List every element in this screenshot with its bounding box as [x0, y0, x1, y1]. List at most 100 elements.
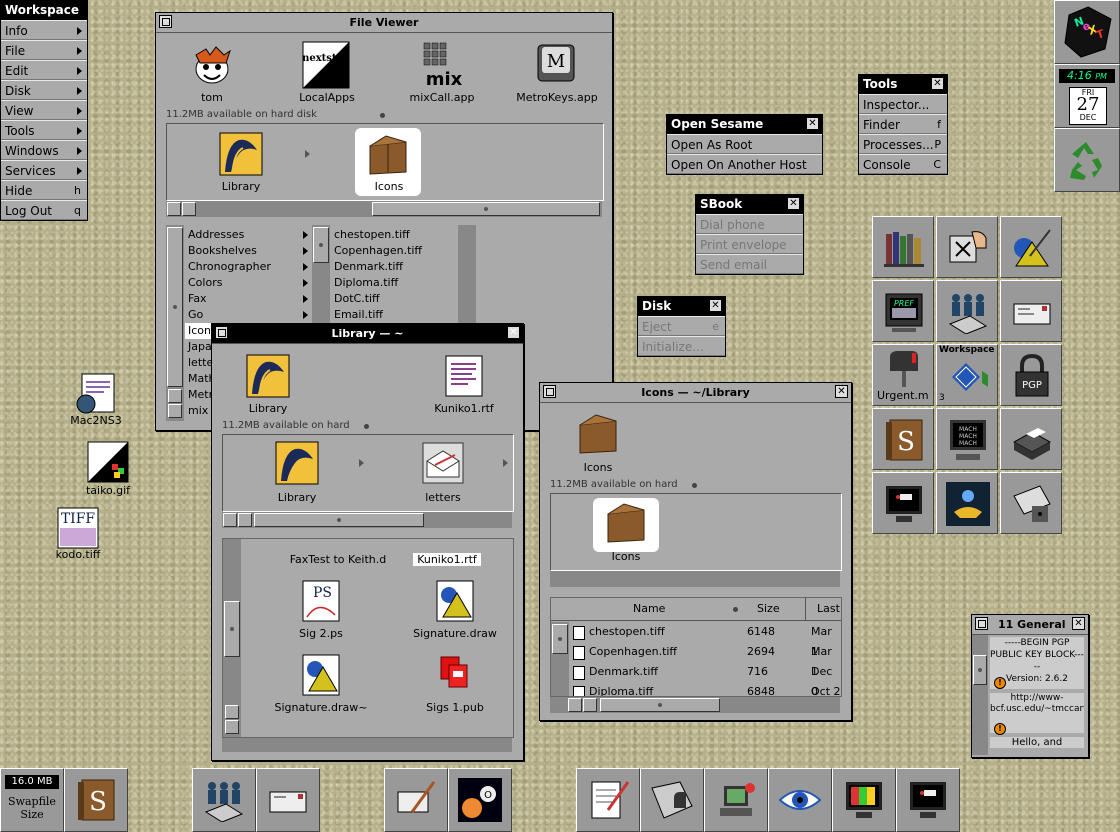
- file-label-sig2[interactable]: Sig 2.ps: [281, 627, 361, 640]
- menu-item-initialize[interactable]: Initialize...: [638, 336, 725, 356]
- miniaturize-button[interactable]: [975, 617, 988, 630]
- scroll-up-button[interactable]: [225, 705, 239, 719]
- scroll-knob[interactable]: [254, 513, 424, 527]
- library-titlebar[interactable]: Library — ~ ✕: [212, 324, 523, 344]
- menu-item-send-email[interactable]: Send email: [696, 254, 803, 274]
- bottom-users-tile[interactable]: [192, 768, 256, 832]
- menu-item-finder[interactable]: Finder f: [859, 114, 947, 134]
- close-button[interactable]: ✕: [806, 117, 819, 130]
- scroll-right-button[interactable]: [583, 698, 597, 712]
- library-folder-icon[interactable]: [219, 132, 263, 176]
- menu-item-dial-phone[interactable]: Dial phone: [696, 214, 803, 234]
- browser-row[interactable]: Bookshelves: [185, 243, 311, 259]
- scroll-knob[interactable]: [600, 698, 720, 712]
- dock-mail-tile[interactable]: [1000, 280, 1062, 342]
- bottom-network-tile[interactable]: [704, 768, 768, 832]
- menu-item-inspector[interactable]: Inspector...: [859, 94, 947, 114]
- menu-item-info[interactable]: Info: [1, 20, 87, 40]
- bottom-s-tile[interactable]: S: [64, 768, 128, 832]
- path-scrollbar[interactable]: [222, 512, 512, 528]
- browser-row[interactable]: Fax: [185, 291, 311, 307]
- draw-backup-file-icon[interactable]: [299, 653, 343, 697]
- scroll-right-button[interactable]: [238, 513, 252, 527]
- close-button[interactable]: ✕: [507, 326, 520, 339]
- table-row[interactable]: Denmark.tiff 716 Dec 0: [571, 662, 841, 696]
- dock-s-tile[interactable]: S: [872, 408, 934, 470]
- close-button[interactable]: ✕: [931, 77, 944, 90]
- dock-encrypt-tile[interactable]: [1000, 472, 1062, 534]
- scroll-knob[interactable]: [372, 202, 600, 216]
- dock-genie-tile[interactable]: [936, 472, 998, 534]
- general-titlebar[interactable]: 11 General ✕: [972, 615, 1088, 635]
- file-area-scrollbar[interactable]: [223, 539, 241, 737]
- rtf-document-icon[interactable]: [442, 354, 486, 398]
- bottom-eye-tile[interactable]: [768, 768, 832, 832]
- menu-item-print-envelope[interactable]: Print envelope: [696, 234, 803, 254]
- menu-item-hide[interactable]: Hide h: [1, 180, 87, 200]
- dock-monitor-tile[interactable]: [872, 472, 934, 534]
- mac-document-icon[interactable]: [74, 372, 118, 416]
- postscript-file-icon[interactable]: PS: [299, 579, 343, 623]
- disk-title[interactable]: Disk ✕: [638, 297, 725, 316]
- dock-pgp-tile[interactable]: PGP: [1000, 344, 1062, 406]
- dock-mach-tile[interactable]: MACH MACH MACH: [936, 408, 998, 470]
- miniaturize-button[interactable]: [215, 326, 228, 339]
- browser-row[interactable]: Email.tiff: [331, 307, 457, 323]
- icons-titlebar[interactable]: Icons — ~/Library ✕: [540, 383, 851, 403]
- file-label-kuniko[interactable]: Kuniko1.rtf: [413, 553, 481, 566]
- table-row[interactable]: chestopen.tiff 6148 Mar 1: [571, 622, 841, 658]
- dock-preferences-tile[interactable]: PREF: [872, 280, 934, 342]
- menu-item-file[interactable]: File: [1, 40, 87, 60]
- bottom-map-tile[interactable]: [640, 768, 704, 832]
- library-folder-icon[interactable]: [246, 354, 290, 398]
- scroll-knob[interactable]: [224, 601, 240, 657]
- path-scrollbar[interactable]: [550, 571, 840, 587]
- browser-row[interactable]: Copenhagen.tiff: [331, 243, 457, 259]
- scroll-left-button[interactable]: [223, 513, 237, 527]
- file-label-sigs1[interactable]: Sigs 1.pub: [415, 701, 495, 714]
- menu-item-services[interactable]: Services: [1, 160, 87, 180]
- menu-item-windows[interactable]: Windows: [1, 140, 87, 160]
- icons-folder-icon[interactable]: [604, 500, 648, 544]
- scroll-knob[interactable]: [973, 655, 987, 685]
- scroll-knob[interactable]: [313, 227, 329, 263]
- close-button[interactable]: ✕: [1072, 617, 1085, 630]
- column-header-last[interactable]: Last: [817, 602, 840, 615]
- dock-tile-2[interactable]: [936, 216, 998, 278]
- general-scrollbar[interactable]: [972, 635, 988, 755]
- scroll-knob[interactable]: [167, 227, 183, 387]
- bottom-monitor-tile[interactable]: [896, 768, 960, 832]
- menu-item-open-as-root[interactable]: Open As Root: [667, 134, 822, 154]
- list-hscrollbar[interactable]: [550, 697, 840, 713]
- mix-app-icon[interactable]: mix: [418, 41, 466, 89]
- menu-item-console[interactable]: Console C: [859, 154, 947, 174]
- scroll-left-button[interactable]: [568, 698, 582, 712]
- metrokeys-icon[interactable]: M: [532, 41, 580, 89]
- swapfile-tile[interactable]: 16.0 MB Swapfile Size: [0, 768, 64, 832]
- menu-item-view[interactable]: View: [1, 100, 87, 120]
- menu-item-edit[interactable]: Edit: [1, 60, 87, 80]
- file-label-faxtest[interactable]: FaxTest to Keith.d: [283, 553, 393, 566]
- dock-next-tile[interactable]: N e X T: [1054, 0, 1120, 64]
- dock-workspace-tile[interactable]: Workspace 3: [936, 344, 998, 406]
- scroll-knob[interactable]: [552, 624, 568, 654]
- menu-item-eject[interactable]: Eject e: [638, 316, 725, 336]
- bottom-edit-tile[interactable]: [576, 768, 640, 832]
- tom-icon[interactable]: [188, 41, 236, 89]
- file-label-signature-draw[interactable]: Signature.draw: [409, 627, 501, 640]
- close-button[interactable]: ✕: [835, 385, 848, 398]
- letters-folder-icon[interactable]: [421, 441, 465, 485]
- browser-row[interactable]: Denmark.tiff: [331, 259, 457, 275]
- table-row[interactable]: Diploma.tiff 6848 Oct 2: [571, 682, 841, 696]
- publisher-file-icon[interactable]: [433, 653, 477, 697]
- browser-row[interactable]: Colors: [185, 275, 311, 291]
- dock-mailbox-tile[interactable]: Urgent.m: [872, 344, 934, 406]
- file-label-signature-draw-backup[interactable]: Signature.draw~: [267, 701, 375, 714]
- column-header-name[interactable]: Name: [633, 602, 665, 615]
- menu-item-log-out[interactable]: Log Out q: [1, 200, 87, 220]
- scroll-down-button[interactable]: [168, 404, 182, 418]
- tiff-image-icon[interactable]: TIFF: [56, 506, 100, 550]
- dock-printer-tile[interactable]: [1000, 408, 1062, 470]
- browser-row[interactable]: Go: [185, 307, 311, 323]
- column-header-size[interactable]: Size: [757, 602, 780, 615]
